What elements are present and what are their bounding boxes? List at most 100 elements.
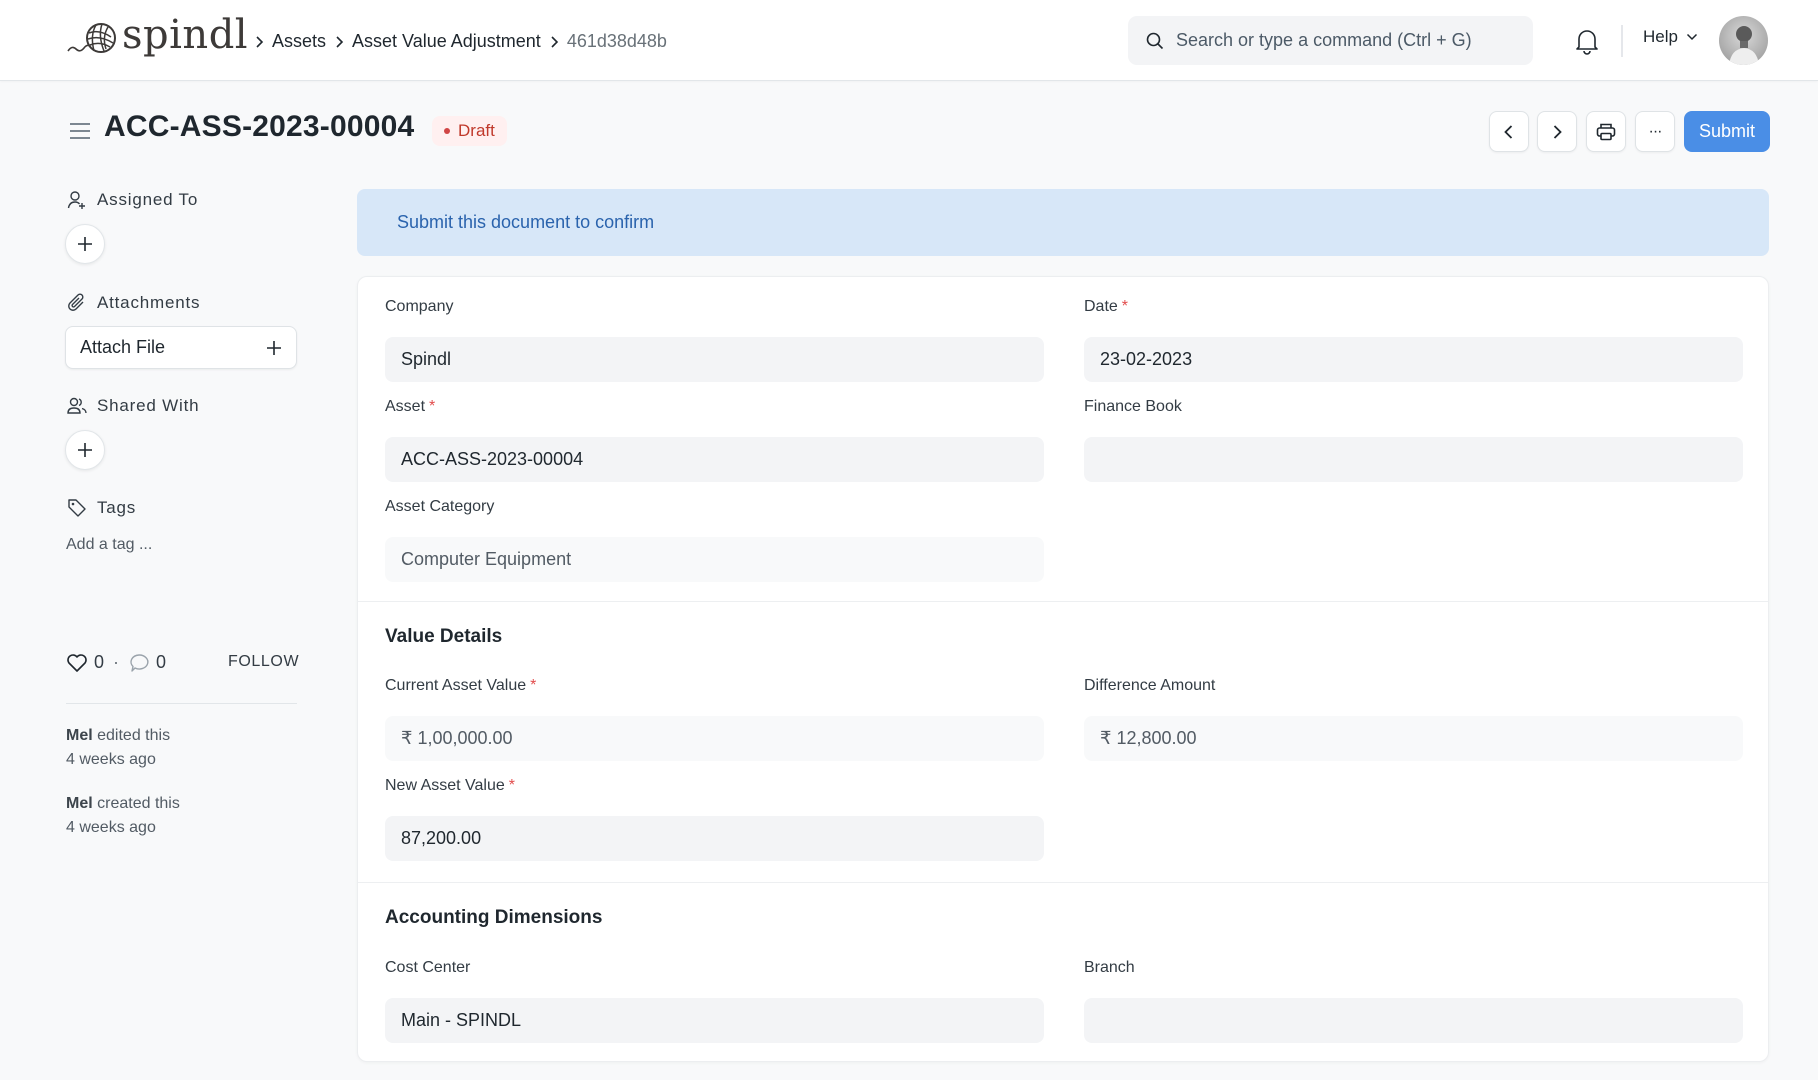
branch-label: Branch — [1084, 959, 1135, 976]
company-field: Company Spindl — [385, 298, 1044, 382]
date-label: Date — [1084, 298, 1118, 315]
app-logo[interactable]: spindl — [66, 14, 248, 64]
finance-book-input[interactable] — [1084, 437, 1743, 482]
notifications-button[interactable] — [1574, 27, 1600, 55]
like-button[interactable]: 0 — [66, 652, 104, 673]
search-bar[interactable] — [1128, 16, 1533, 65]
sidebar-divider — [66, 703, 297, 704]
sidebar-toggle[interactable] — [68, 121, 92, 141]
branch-field: Branch — [1084, 959, 1743, 1043]
logo-text: spindl — [122, 12, 249, 58]
breadcrumb-assets[interactable]: Assets — [272, 31, 326, 52]
shared-with-section: Shared With — [67, 396, 199, 416]
activity-time: 4 weeks ago — [66, 819, 156, 836]
accounting-dimensions-heading[interactable]: Accounting Dimensions — [385, 907, 602, 929]
asset-field: Asset * ACC-ASS-2023-00004 — [385, 398, 1044, 482]
required-marker: * — [1121, 298, 1129, 315]
assigned-to-label: Assigned To — [97, 190, 199, 209]
asset-label: Asset — [385, 398, 426, 415]
follow-button[interactable]: FOLLOW — [228, 653, 299, 671]
required-marker: * — [508, 777, 515, 794]
asset-input[interactable]: ACC-ASS-2023-00004 — [385, 437, 1044, 482]
activity-user[interactable]: Mel — [66, 795, 93, 812]
date-input[interactable]: 23-02-2023 — [1084, 337, 1743, 382]
help-dropdown[interactable]: Help — [1643, 27, 1698, 47]
add-tag-link[interactable]: Add a tag ... — [66, 536, 152, 554]
tag-icon — [68, 499, 86, 517]
tags-section: Tags — [67, 498, 136, 518]
date-field: Date * 23-02-2023 — [1084, 298, 1743, 382]
asset-category-label: Asset Category — [385, 498, 495, 515]
cost-center-input[interactable]: Main - SPINDL — [385, 998, 1044, 1043]
form-card: Company Spindl Date * 23-02-2023 Asset * A… — [357, 276, 1769, 1062]
search-input[interactable] — [1176, 30, 1516, 51]
next-doc-button[interactable] — [1537, 111, 1577, 152]
ellipsis-icon: ··· — [1648, 122, 1663, 140]
chevron-right-icon — [326, 31, 352, 52]
attachments-section: Attachments — [67, 293, 200, 313]
assigned-to-section: Assigned To — [67, 190, 198, 210]
breadcrumb-current-doc[interactable]: 461d38d48b — [567, 31, 667, 52]
activity-action: created this — [97, 795, 180, 812]
activity-item: Mel created this 4 weeks ago — [66, 792, 180, 840]
plus-icon — [267, 340, 281, 355]
section-divider — [358, 882, 1768, 883]
attach-file-button[interactable]: Attach File — [65, 326, 297, 369]
printer-icon — [1596, 123, 1616, 140]
more-actions-button[interactable]: ··· — [1635, 111, 1675, 152]
add-assignee-button[interactable] — [65, 224, 105, 264]
activity-item: Mel edited this 4 weeks ago — [66, 724, 170, 772]
new-asset-value-label: New Asset Value — [385, 777, 505, 794]
difference-amount-label: Difference Amount — [1084, 677, 1216, 694]
new-asset-value-input[interactable]: 87,200.00 — [385, 816, 1044, 861]
activity-user[interactable]: Mel — [66, 727, 93, 744]
required-marker: * — [530, 677, 537, 694]
print-button[interactable] — [1586, 111, 1626, 152]
status-text: Draft — [458, 121, 495, 140]
hamburger-icon — [70, 123, 90, 139]
users-icon — [67, 397, 87, 414]
attachments-label: Attachments — [97, 293, 201, 312]
breadcrumb: Assets Asset Value Adjustment 461d38d48b — [246, 26, 667, 56]
submit-button[interactable]: Submit — [1684, 111, 1770, 152]
value-details-heading[interactable]: Value Details — [385, 626, 502, 648]
page-title: ACC-ASS-2023-00004 — [104, 110, 415, 143]
comments-button[interactable]: 0 — [128, 652, 166, 673]
plus-icon — [78, 443, 92, 457]
comment-icon — [130, 653, 149, 672]
finance-book-field: Finance Book — [1084, 398, 1743, 482]
navbar-divider — [1621, 25, 1623, 57]
cost-center-field: Cost Center Main - SPINDL — [385, 959, 1044, 1043]
previous-doc-button[interactable] — [1489, 111, 1529, 152]
comment-count: 0 — [156, 652, 167, 672]
activity-time: 4 weeks ago — [66, 751, 156, 768]
chevron-right-icon — [541, 31, 567, 52]
add-share-button[interactable] — [65, 430, 105, 470]
difference-amount-value: ₹ 12,800.00 — [1084, 716, 1743, 761]
chevron-right-icon — [246, 31, 272, 52]
like-count: 0 — [94, 652, 105, 672]
asset-category-value: Computer Equipment — [385, 537, 1044, 582]
submit-banner: Submit this document to confirm — [357, 189, 1769, 256]
search-icon — [1146, 32, 1164, 49]
heart-icon — [67, 653, 87, 672]
attach-file-label: Attach File — [80, 337, 166, 357]
difference-amount-field: Difference Amount ₹ 12,800.00 — [1084, 677, 1743, 761]
activity-action: edited this — [97, 727, 171, 744]
asset-category-field: Asset Category Computer Equipment — [385, 498, 1044, 582]
required-marker: * — [429, 398, 436, 415]
user-avatar[interactable] — [1719, 16, 1768, 65]
section-divider — [358, 601, 1768, 602]
dot-separator: · — [113, 652, 120, 672]
breadcrumb-asset-value-adjustment[interactable]: Asset Value Adjustment — [352, 31, 541, 52]
bell-icon — [1576, 30, 1598, 55]
status-badge: Draft — [432, 116, 507, 146]
branch-input[interactable] — [1084, 998, 1743, 1043]
plus-icon — [78, 237, 92, 251]
finance-book-label: Finance Book — [1084, 398, 1182, 415]
chevron-left-icon — [1504, 124, 1513, 139]
user-photo — [1729, 26, 1759, 65]
company-input[interactable]: Spindl — [385, 337, 1044, 382]
user-add-icon — [67, 191, 85, 209]
navbar: spindl Assets Asset Value Adjustment 461… — [0, 0, 1818, 81]
